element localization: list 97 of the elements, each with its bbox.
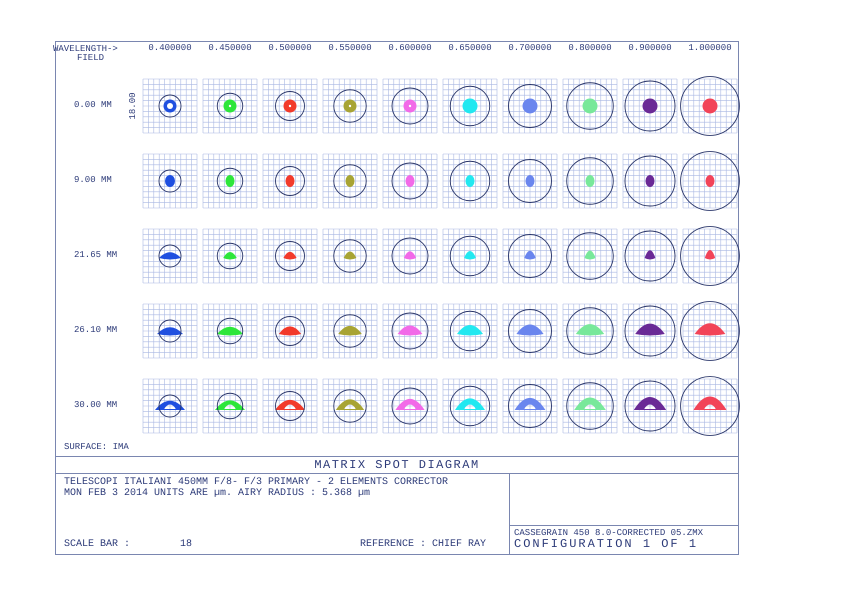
airy-circle — [216, 167, 244, 194]
airy-circle — [392, 237, 428, 274]
grid-drawing — [262, 378, 318, 433]
airy-circle — [333, 238, 367, 272]
info-line: TELESCOPI ITALIANI 450MM F/8- F/3 PRIMARY - 2 ELEMENTS CORRECTOR — [64, 478, 450, 488]
airy-circle — [450, 235, 490, 276]
field-label: 30.00 MM — [74, 400, 118, 410]
grid-drawing — [442, 78, 498, 133]
title-bar: MATRIX SPOT DIAGRAM — [56, 456, 738, 474]
file-name: CASSEGRAIN 450 8.0-CORRECTED 05.ZMX — [514, 528, 704, 538]
grid-drawing — [322, 153, 378, 208]
airy-circle — [508, 234, 552, 278]
airy-circle — [158, 319, 182, 342]
grid-drawing — [202, 153, 258, 208]
wavelength-label: 0.800000 — [568, 44, 612, 54]
wavelength-label: 0.450000 — [208, 44, 252, 54]
airy-circle — [216, 392, 244, 419]
grid-drawing — [202, 303, 258, 358]
wavelength-label: 0.400000 — [148, 44, 192, 54]
airy-circle — [275, 390, 305, 420]
reference-label: REFERENCE : — [360, 540, 426, 550]
airy-circle — [450, 85, 490, 126]
airy-circle — [508, 84, 552, 128]
grid-drawing — [142, 153, 198, 208]
grid-drawing — [142, 228, 198, 283]
field-label: 21.65 MM — [74, 250, 118, 260]
wavelength-label: 0.500000 — [268, 44, 312, 54]
grid-drawing — [202, 228, 258, 283]
airy-circle — [158, 169, 182, 192]
airy-circle — [333, 88, 367, 122]
grid-drawing — [142, 78, 198, 133]
airy-circle — [508, 384, 552, 428]
reference-value: CHIEF RAY — [432, 540, 486, 550]
wavelength-label: 0.900000 — [628, 44, 672, 54]
airy-circle — [275, 316, 305, 346]
grid-drawing — [322, 303, 378, 358]
configuration-label: CONFIGURATION 1 OF 1 — [514, 538, 700, 551]
grid-drawing — [382, 153, 438, 208]
airy-circle — [158, 244, 182, 267]
airy-circle — [508, 308, 552, 352]
airy-circle — [275, 166, 305, 196]
scale-bar-label: SCALE BAR : — [64, 540, 130, 550]
grid-drawing — [382, 303, 438, 358]
grid-drawing — [142, 378, 198, 433]
grid-drawing — [322, 378, 378, 433]
grid-drawing — [262, 228, 318, 283]
scale-bar-value: 18 — [180, 540, 194, 550]
field-label: 9.00 MM — [74, 176, 112, 186]
wavelength-label: 1.000000 — [688, 44, 732, 54]
airy-circle — [450, 385, 490, 426]
grid-drawing — [322, 228, 378, 283]
grid-drawing — [262, 303, 318, 358]
airy-circle — [216, 242, 244, 269]
airy-circle — [333, 164, 367, 198]
airy-circle — [158, 394, 182, 417]
grid-drawing — [262, 78, 318, 133]
grid-drawing — [382, 228, 438, 283]
airy-circle — [275, 240, 305, 270]
grid-drawing — [202, 378, 258, 433]
scale-bar-label: 18.00 — [128, 92, 138, 119]
grid-drawing — [502, 78, 558, 133]
airy-circle — [333, 388, 367, 422]
wavelength-label: 0.550000 — [328, 44, 372, 54]
wavelength-label: 0.700000 — [508, 44, 552, 54]
grid-drawing — [442, 228, 498, 283]
field-label: 26.10 MM — [74, 326, 118, 336]
grid-drawing — [142, 303, 198, 358]
airy-circle — [275, 90, 305, 120]
airy-circle — [508, 158, 552, 202]
surface-label: SURFACE: IMA — [64, 443, 130, 452]
grid-drawing — [442, 303, 498, 358]
grid-drawing — [382, 378, 438, 433]
airy-circle — [333, 314, 367, 348]
airy-circle — [392, 162, 428, 199]
airy-circle — [450, 160, 490, 201]
info-line: MON FEB 3 2014 UNITS ARE µm. AIRY RADIUS : 5.368 µm — [64, 488, 372, 500]
airy-circle — [450, 310, 490, 351]
grid-drawing — [502, 303, 558, 358]
grid-drawing — [382, 78, 438, 133]
airy-circle — [216, 317, 244, 344]
airy-circle — [392, 387, 428, 424]
grid-drawing — [502, 378, 558, 433]
grid-drawing — [442, 378, 498, 433]
grid-drawing — [262, 153, 318, 208]
field-label: 0.00 MM — [74, 100, 112, 110]
grid-drawing — [322, 78, 378, 133]
airy-circle — [392, 312, 428, 349]
field-axis-label: FIELD — [77, 54, 104, 64]
wavelength-label: 0.650000 — [448, 44, 492, 54]
airy-circle — [392, 87, 428, 124]
wavelength-label: 0.600000 — [388, 44, 432, 54]
airy-circle — [158, 94, 182, 117]
airy-circle — [216, 92, 244, 119]
grid-drawing — [202, 78, 258, 133]
grid-drawing — [502, 228, 558, 283]
grid-drawing — [442, 153, 498, 208]
grid-drawing — [502, 153, 558, 208]
